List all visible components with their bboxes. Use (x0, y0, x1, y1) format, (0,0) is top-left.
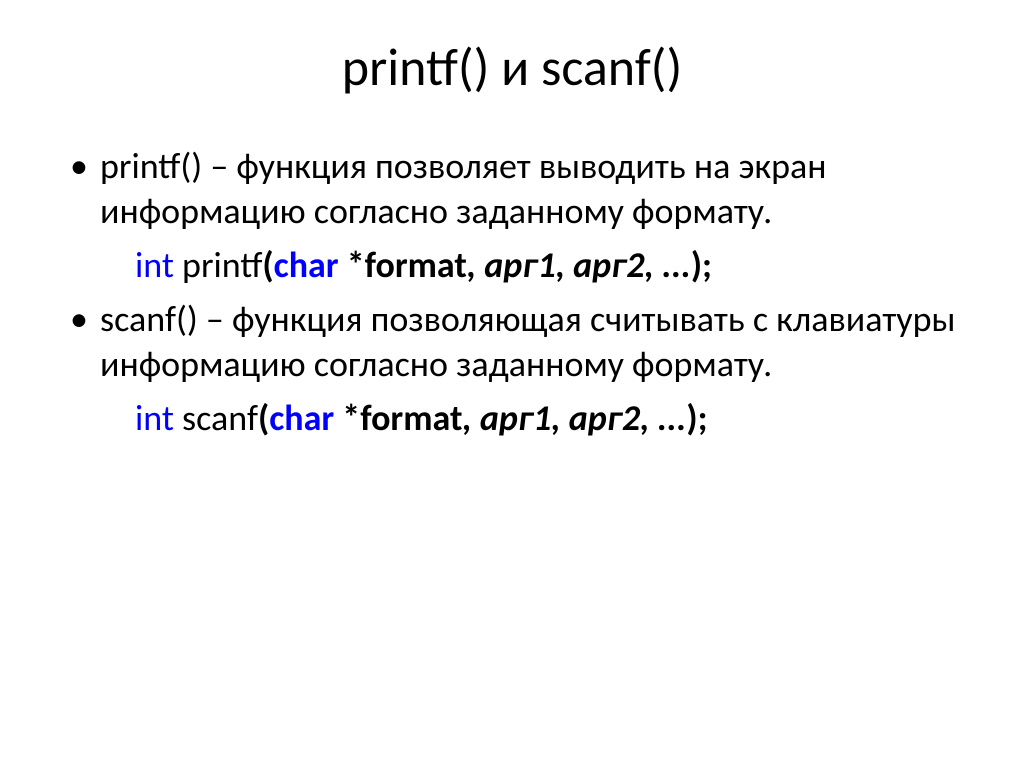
content-list: printf() – функция позволяет выводить на… (60, 144, 964, 442)
keyword-int: int (135, 243, 174, 287)
item-text: printf() – функция позволяет выводить на… (100, 144, 827, 233)
item-text: scanf() – функция позволяющая считывать … (100, 297, 955, 386)
args-param: , арг1, арг2, ... (467, 243, 691, 287)
code-signature-printf: int printf(char *format, арг1, арг2, ...… (60, 242, 964, 289)
paren-open: ( (258, 396, 269, 440)
list-item: printf() – функция позволяет выводить на… (60, 144, 964, 234)
keyword-char: char (269, 396, 334, 440)
format-param: *format (334, 396, 462, 440)
func-name: scanf (174, 396, 258, 440)
list-item: scanf() – функция позволяющая считывать … (60, 297, 964, 387)
paren-close: ); (686, 396, 707, 440)
keyword-char: char (274, 243, 339, 287)
code-signature-scanf: int scanf(char *format, арг1, арг2, ...)… (60, 395, 964, 442)
format-param: *format (339, 243, 467, 287)
func-name: printf (174, 243, 263, 287)
slide-title: printf() и scanf() (60, 35, 964, 99)
args-param: , арг1, арг2, ... (462, 396, 686, 440)
keyword-int: int (135, 396, 174, 440)
paren-close: ); (691, 243, 712, 287)
paren-open: ( (262, 243, 273, 287)
